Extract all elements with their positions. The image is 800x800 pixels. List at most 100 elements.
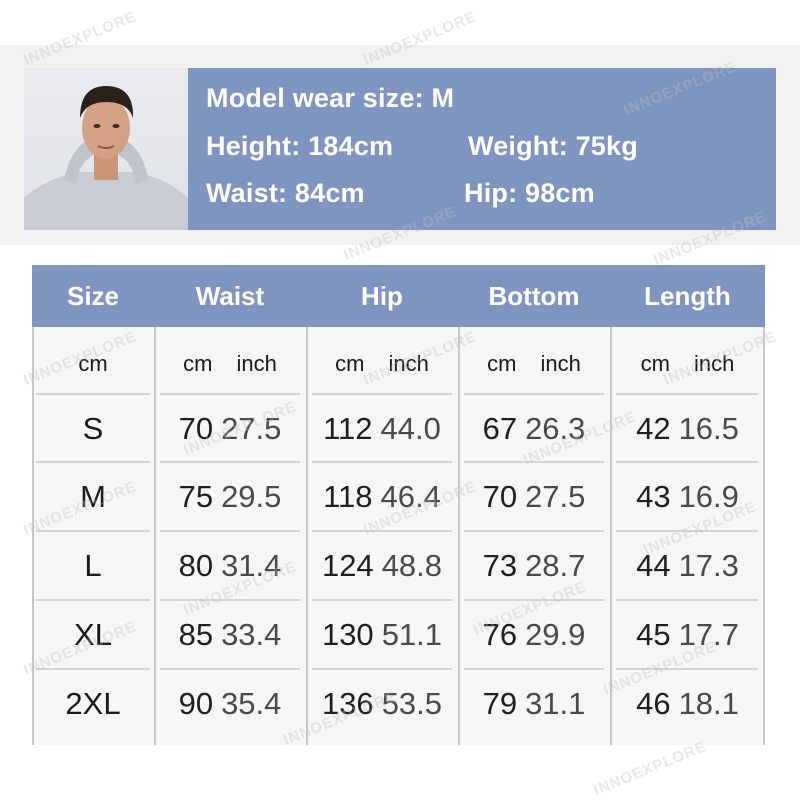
row-divider [312,599,452,601]
bottom-cell: 76 29.9 [458,602,610,668]
unit-length: cm inch [610,334,765,394]
size-label-2xl: 2XL [65,686,121,721]
header-hip: Hip [306,265,458,327]
waist-cell: 75 29.5 [154,464,306,530]
length-cell: 45 17.7 [610,602,765,668]
waist-cell: 85 33.4 [154,602,306,668]
length-inch: 17.3 [678,548,739,583]
waist-cell: 70 27.5 [154,396,306,462]
waist-inch: 27.5 [221,411,282,446]
length-inch: 16.5 [678,411,739,446]
unit-cm: cm [335,351,365,376]
header-size: Size [32,265,154,327]
row-divider [616,530,758,532]
bottom-inch: 28.7 [525,548,586,583]
unit-bottom: cm inch [458,334,610,394]
hip-cell: 136 53.5 [306,671,458,737]
row-divider [464,599,604,601]
length-cm: 43 [636,479,671,514]
waist-inch: 31.4 [221,548,282,583]
row-divider [616,599,758,601]
waist-cm: 90 [178,686,214,721]
length-inch: 18.1 [678,686,739,721]
waist-cell: 90 35.4 [154,671,306,737]
row-divider [160,530,300,532]
length-cell: 42 16.5 [610,396,765,462]
row-divider [36,530,150,532]
size-label-m: M [80,479,106,514]
header-length: Length [610,265,765,327]
waist-cm: 85 [178,617,214,652]
unit-inch: inch [693,351,735,376]
waist-inch: 35.4 [221,686,282,721]
unit-cm: cm [183,351,213,376]
hip-inch: 53.5 [381,686,443,721]
unit-cm: cm [640,351,670,376]
hip-inch: 48.8 [381,548,443,583]
row-divider [160,599,300,601]
row-divider [36,668,150,670]
row-divider [312,668,452,670]
bottom-cm: 73 [482,548,518,583]
unit-inch: inch [540,351,581,376]
model-hip: Hip: 98cm [464,178,595,208]
waist-cm: 70 [178,411,214,446]
length-cell: 43 16.9 [610,464,765,530]
length-cm: 45 [636,617,671,652]
hip-inch: 51.1 [381,617,443,652]
watermark-text: INNOEXPLORE [591,738,709,799]
row-divider [36,599,150,601]
hip-cm: 130 [321,617,374,652]
length-cell: 44 17.3 [610,533,765,599]
unit-cm: cm [487,351,517,376]
row-divider [160,668,300,670]
unit-size-cm: cm [78,351,108,376]
bottom-cell: 79 31.1 [458,671,610,737]
hip-cm: 136 [321,686,374,721]
hip-cell: 112 44.0 [306,396,458,462]
bottom-inch: 27.5 [525,479,586,514]
header-bottom: Bottom [458,265,610,327]
hip-cell: 124 48.8 [306,533,458,599]
hip-cell: 118 46.4 [306,464,458,530]
model-height: Height: 184cm [206,131,394,161]
length-inch: 16.9 [678,479,739,514]
hip-cm: 118 [323,479,373,514]
length-inch: 17.7 [678,617,739,652]
size-label-l: L [84,548,102,583]
hip-cm: 124 [321,548,374,583]
row-divider [616,668,758,670]
unit-waist: cm inch [154,334,306,394]
bottom-cm: 79 [482,686,518,721]
bottom-cm: 70 [482,479,518,514]
row-divider [464,530,604,532]
hip-cell: 130 51.1 [306,602,458,668]
length-cell: 46 18.1 [610,671,765,737]
unit-inch: inch [236,351,277,376]
waist-cm: 80 [178,548,214,583]
hip-inch: 46.4 [380,479,441,514]
model-weight: Weight: 75kg [468,131,638,161]
length-cm: 46 [636,686,671,721]
bottom-inch: 26.3 [525,411,586,446]
bottom-cm: 67 [482,411,518,446]
bottom-cell: 70 27.5 [458,464,610,530]
model-photo [24,68,188,230]
size-label-s: S [82,411,104,446]
length-cm: 44 [636,548,671,583]
waist-inch: 29.5 [221,479,282,514]
model-waist: Waist: 84cm [206,178,365,208]
hip-cm: 112 [323,411,373,446]
bottom-cell: 67 26.3 [458,396,610,462]
bottom-inch: 31.1 [525,686,586,721]
waist-cell: 80 31.4 [154,533,306,599]
waist-inch: 33.4 [221,617,282,652]
length-cm: 42 [636,411,671,446]
hip-inch: 44.0 [380,411,441,446]
size-label-xl: XL [74,617,112,652]
header-waist: Waist [154,265,306,327]
bottom-cm: 76 [482,617,518,652]
unit-hip: cm inch [306,334,458,394]
row-divider [464,668,604,670]
waist-cm: 75 [178,479,214,514]
